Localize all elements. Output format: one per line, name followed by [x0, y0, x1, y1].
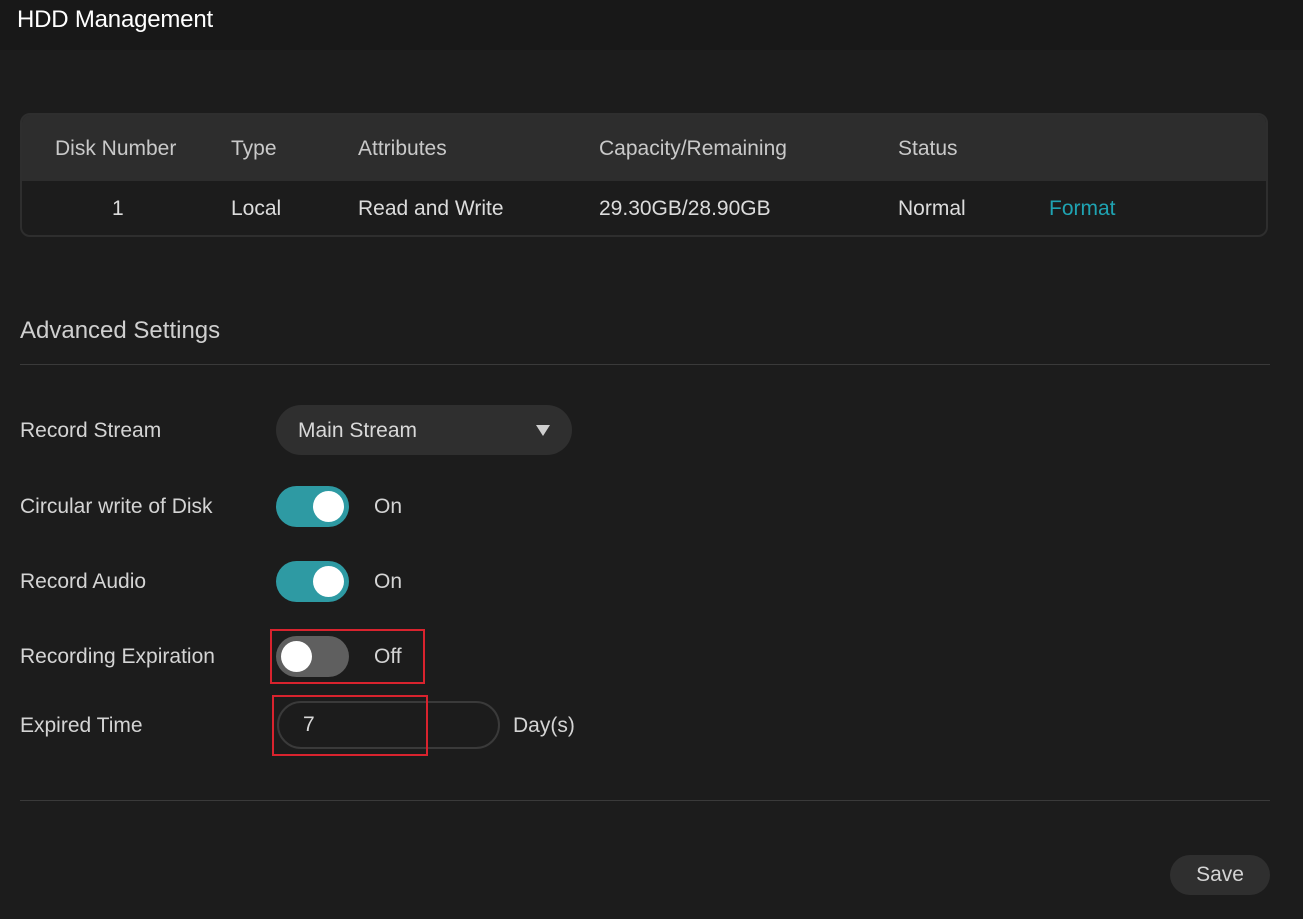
disk-table-header: Disk Number Type Attributes Capacity/Rem…: [22, 115, 1266, 181]
caret-down-icon: [536, 425, 550, 436]
record-audio-state: On: [374, 570, 403, 593]
section-divider: [20, 364, 1270, 365]
advanced-settings-title: Advanced Settings: [20, 317, 221, 344]
toggle-knob: [313, 491, 344, 522]
recording-expiration-state: Off: [374, 645, 402, 668]
column-header-attributes: Attributes: [358, 137, 447, 160]
save-button[interactable]: Save: [1170, 855, 1270, 895]
expired-time-unit: Day(s): [513, 714, 575, 737]
status-cell: Normal: [898, 197, 966, 220]
disk-table: Disk Number Type Attributes Capacity/Rem…: [20, 113, 1268, 237]
attributes-cell: Read and Write: [358, 197, 504, 220]
disk-number-cell: 1: [112, 197, 124, 220]
expired-time-input[interactable]: [277, 701, 500, 749]
type-cell: Local: [231, 197, 282, 220]
record-stream-label: Record Stream: [20, 419, 162, 442]
recording-expiration-toggle[interactable]: [276, 636, 349, 677]
hdd-management-page: HDD Management Disk Number Type Attribut…: [0, 0, 1303, 919]
format-link[interactable]: Format: [1049, 197, 1116, 221]
expired-time-label: Expired Time: [20, 714, 143, 737]
toggle-knob: [281, 641, 312, 672]
recording-expiration-label: Recording Expiration: [20, 645, 215, 668]
footer-divider: [20, 800, 1270, 801]
column-header-capacity: Capacity/Remaining: [599, 137, 787, 160]
record-stream-value: Main Stream: [298, 419, 418, 442]
record-stream-select[interactable]: Main Stream: [276, 405, 572, 455]
circular-write-label: Circular write of Disk: [20, 495, 213, 518]
column-header-type: Type: [231, 137, 277, 160]
column-header-disk-number: Disk Number: [55, 137, 177, 160]
toggle-knob: [313, 566, 344, 597]
circular-write-state: On: [374, 495, 403, 518]
column-header-status: Status: [898, 137, 958, 160]
title-bar: HDD Management: [0, 0, 1303, 50]
record-audio-toggle[interactable]: [276, 561, 349, 602]
record-audio-label: Record Audio: [20, 570, 147, 593]
circular-write-toggle[interactable]: [276, 486, 349, 527]
page-title: HDD Management: [17, 6, 213, 33]
capacity-cell: 29.30GB/28.90GB: [599, 197, 771, 220]
